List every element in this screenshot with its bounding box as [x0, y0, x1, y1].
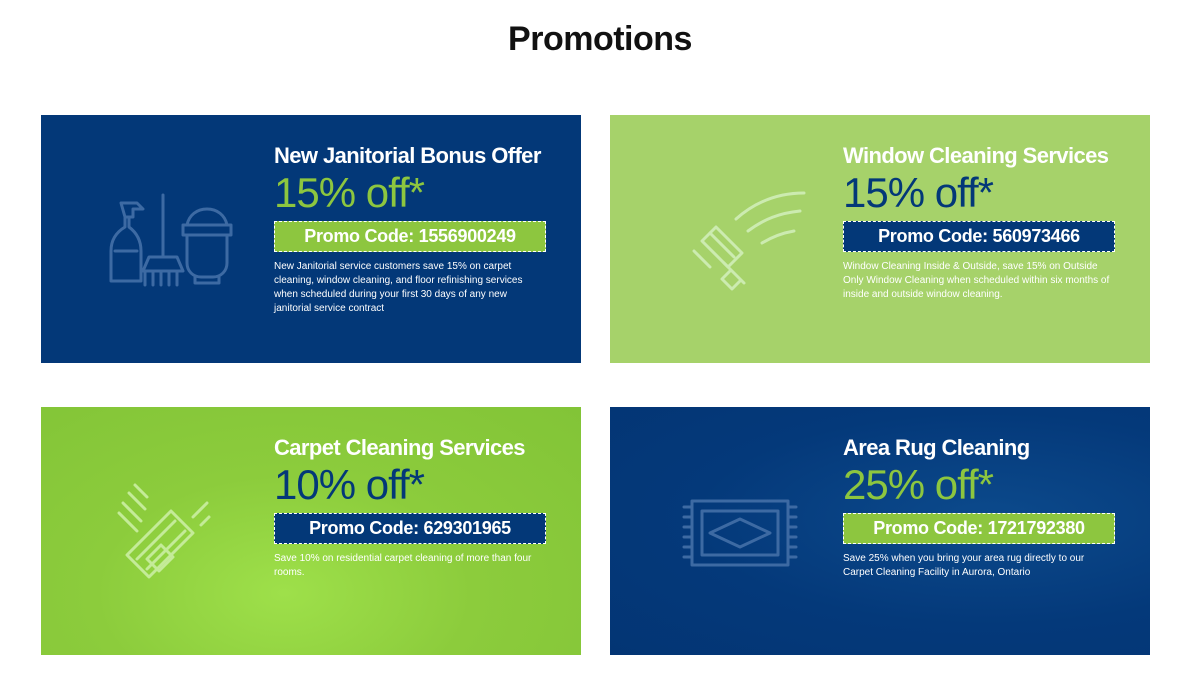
- promo-title: Area Rug Cleaning: [843, 435, 1030, 460]
- promo-title: New Janitorial Bonus Offer: [274, 143, 541, 168]
- promo-description: Save 10% on residential carpet cleaning …: [274, 553, 532, 578]
- promo-card-window: Window Cleaning Services 15% off* Promo …: [610, 115, 1150, 363]
- promo-discount: 15% off*: [274, 169, 425, 216]
- promo-code-badge[interactable]: Promo Code: 1556900249: [274, 221, 546, 252]
- promo-discount: 10% off*: [274, 461, 425, 508]
- promo-title: Carpet Cleaning Services: [274, 435, 526, 460]
- promo-description: New Janitorial service customers save 15…: [274, 261, 523, 314]
- promo-code-badge[interactable]: Promo Code: 1721792380: [843, 513, 1115, 544]
- promo-description: Save 25% when you bring your area rug di…: [843, 553, 1085, 578]
- carpet-brush-icon: [117, 483, 211, 579]
- promo-discount: 15% off*: [843, 169, 994, 216]
- promo-title: Window Cleaning Services: [843, 143, 1109, 168]
- promo-code-badge[interactable]: Promo Code: 629301965: [274, 513, 546, 544]
- promo-discount: 25% off*: [843, 461, 994, 508]
- page-title: Promotions: [508, 20, 692, 58]
- cleaning-supplies-icon: [109, 193, 233, 287]
- area-rug-icon: [682, 499, 798, 567]
- promo-description: Window Cleaning Inside & Outside, save 1…: [843, 261, 1110, 300]
- promo-code-badge[interactable]: Promo Code: 560973466: [843, 221, 1115, 252]
- promo-card-carpet: Carpet Cleaning Services 10% off* Promo …: [41, 407, 581, 655]
- promo-card-janitorial: New Janitorial Bonus Offer 15% off* Prom…: [41, 115, 581, 363]
- promo-card-area-rug: Area Rug Cleaning 25% off* Promo Code: 1…: [610, 407, 1150, 655]
- squeegee-icon: [692, 191, 806, 291]
